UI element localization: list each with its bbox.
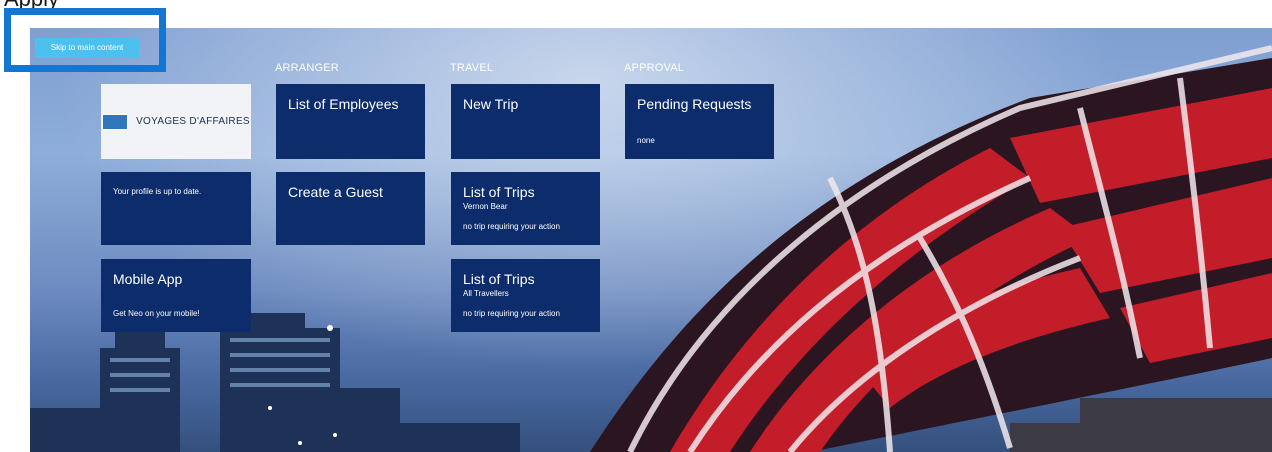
list-of-employees-title: List of Employees [288,96,399,112]
list-of-employees-tile[interactable]: List of Employees [276,84,425,159]
company-logo-text: VOYAGES D'AFFAIRES [136,116,250,127]
company-logo-tile: VOYAGES D'AFFAIRES [101,84,251,159]
new-trip-title: New Trip [463,96,519,112]
right-buildings [1010,398,1272,452]
pending-requests-status: none [637,136,655,145]
list-of-trips-all-tile[interactable]: List of Trips All Travellers no trip req… [451,259,600,332]
column-header-approval: APPROVAL [624,62,685,74]
amex-logo-icon [102,113,129,130]
new-trip-tile[interactable]: New Trip [451,84,600,159]
skip-to-main-link[interactable]: Skip to main content [35,38,139,58]
create-guest-tile[interactable]: Create a Guest [276,172,425,245]
profile-status-tile[interactable]: Your profile is up to date. [101,172,251,245]
skyline [30,313,520,452]
mobile-app-title: Mobile App [113,271,183,287]
list-of-trips-user-tile[interactable]: List of Trips Vernon Bear no trip requir… [451,172,600,245]
list-of-trips-all-status: no trip requiring your action [463,309,560,318]
mobile-app-footer: Get Neo on your mobile! [113,309,200,318]
mobile-app-tile[interactable]: Mobile App Get Neo on your mobile! [101,259,251,332]
list-of-trips-user-subtitle: Vernon Bear [463,202,508,211]
list-of-trips-user-title: List of Trips [463,184,535,200]
profile-status-text: Your profile is up to date. [113,187,202,196]
list-of-trips-all-title: List of Trips [463,271,535,287]
create-guest-title: Create a Guest [288,184,383,200]
list-of-trips-all-subtitle: All Travellers [463,289,509,298]
pending-requests-title: Pending Requests [637,96,752,112]
column-header-arranger: ARRANGER [275,62,339,74]
list-of-trips-user-status: no trip requiring your action [463,222,560,231]
column-header-travel: TRAVEL [450,62,494,74]
pending-requests-tile[interactable]: Pending Requests none [625,84,774,159]
